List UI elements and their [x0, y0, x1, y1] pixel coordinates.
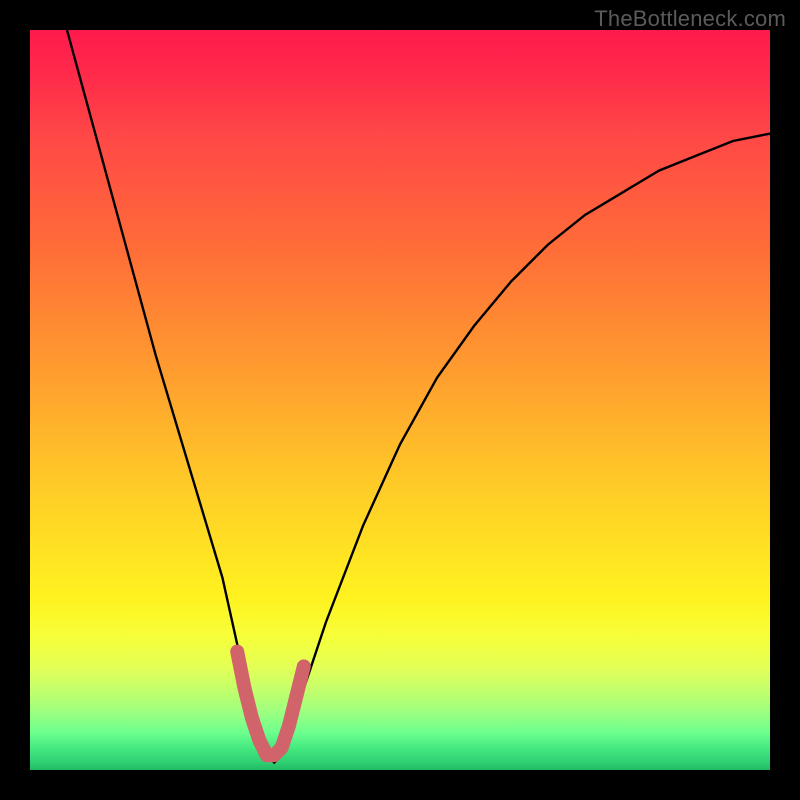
bottleneck-curve: [67, 30, 770, 763]
chart-plot-area: [30, 30, 770, 770]
watermark-text: TheBottleneck.com: [594, 6, 786, 32]
optimal-marker: [237, 652, 304, 756]
chart-curve-layer: [30, 30, 770, 770]
